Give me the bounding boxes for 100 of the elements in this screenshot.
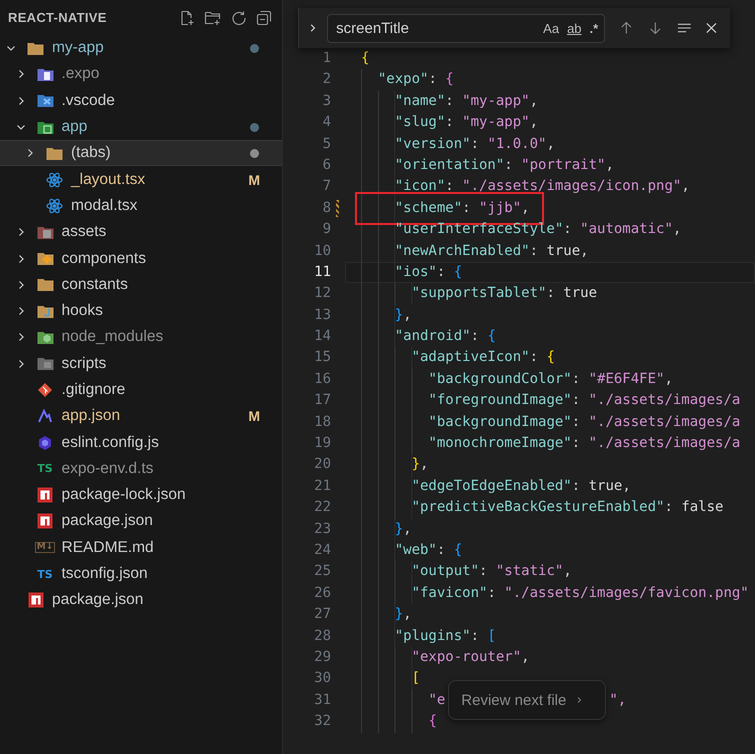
line-number: 12: [313, 284, 331, 304]
file-tree-item[interactable]: package.json: [0, 508, 282, 535]
line-number: 6: [322, 156, 331, 175]
file-tree-item[interactable]: assets: [0, 219, 282, 246]
code-token: :: [445, 113, 455, 132]
new-file-icon[interactable]: [179, 10, 195, 26]
file-tree-item[interactable]: modal.tsx: [0, 192, 282, 220]
code-token: :: [470, 626, 480, 646]
code-token: {: [487, 327, 496, 346]
file-tree-item[interactable]: components: [0, 245, 282, 272]
code-token: "plugins": [394, 626, 471, 646]
chevron-icon[interactable]: [308, 23, 318, 33]
npm-logo-icon: [28, 592, 44, 608]
file-name: constants: [62, 276, 128, 294]
code-token: ,: [403, 520, 412, 539]
code-token: ,: [622, 476, 631, 496]
code-token: "./assets/images/a: [588, 434, 740, 454]
collapse-all-icon[interactable]: [256, 10, 272, 26]
code-token: :: [436, 540, 446, 560]
code-token: ,: [664, 370, 673, 389]
line-number: 25: [313, 562, 331, 582]
folder-icon: [36, 66, 54, 82]
close-icon[interactable]: [705, 21, 718, 35]
file-tree-item[interactable]: .expo: [0, 61, 282, 88]
code-token: :: [530, 348, 540, 368]
folder-icon: [27, 40, 44, 56]
file-tree-item[interactable]: M↓ README.md: [0, 534, 282, 561]
file-tree-item[interactable]: hooks: [0, 298, 282, 324]
file-tree-item[interactable]: my-app: [0, 35, 282, 62]
code-token: true: [588, 476, 622, 496]
code-token: :: [664, 498, 674, 518]
find-option-toggle[interactable]: ab: [567, 20, 582, 36]
folder-icon: [36, 120, 54, 135]
file-name: package-lock.json: [62, 486, 186, 504]
find-option-toggle[interactable]: .*: [590, 20, 598, 36]
folder-icon: [36, 251, 54, 266]
code-token: ,: [530, 92, 538, 111]
code-token: ,: [681, 177, 690, 196]
file-name: package.json: [62, 512, 153, 530]
find-option-toggle[interactable]: Aa: [543, 20, 560, 36]
code-token: "slug": [394, 113, 446, 132]
folder-icon: [36, 356, 54, 372]
file-tree-item[interactable]: app.json M: [0, 403, 282, 430]
code-token: "my-app": [462, 92, 530, 111]
file-tree-item[interactable]: .gitignore: [0, 376, 282, 404]
code-token: "jjb": [479, 198, 522, 218]
file-tree-item[interactable]: _layout.tsx M: [0, 166, 282, 193]
atom-icon: [46, 198, 63, 214]
line-number: 26: [313, 584, 331, 603]
arrow-up-icon[interactable]: [619, 20, 634, 36]
code-token: :: [487, 584, 497, 603]
code-token: :: [436, 262, 446, 282]
file-tree-item[interactable]: package-lock.json: [0, 482, 282, 508]
file-tree-item[interactable]: scripts: [0, 350, 282, 377]
code-token: "my-app": [462, 113, 530, 132]
line-number: 28: [313, 626, 331, 646]
file-tree-item[interactable]: eslint.config.js: [0, 429, 282, 456]
line-number: 10: [313, 242, 331, 261]
line-number: 9: [322, 220, 331, 240]
code-token: :: [445, 177, 455, 196]
code-token: ,: [580, 242, 589, 261]
file-name: components: [62, 250, 146, 268]
refresh-icon[interactable]: [231, 10, 247, 26]
code-token: "expo": [378, 70, 428, 90]
file-tree-item[interactable]: TS tsconfig.json: [0, 560, 282, 588]
code-token: {: [454, 540, 462, 560]
line-number: 18: [313, 412, 331, 432]
line-number: 5: [322, 134, 331, 154]
line-number: 19: [313, 434, 331, 454]
code-token: "icon": [394, 177, 446, 196]
find-field[interactable]: screenTitle Aa ab .*: [327, 14, 606, 42]
new-folder-icon[interactable]: [204, 10, 222, 26]
code-token: "#E6F4FE": [588, 370, 664, 389]
file-tree-item[interactable]: TS expo-env.d.ts: [0, 456, 282, 482]
file-name: (tabs): [71, 144, 111, 162]
file-tree-item[interactable]: .vscode: [0, 88, 282, 114]
code-token: ,: [546, 134, 555, 154]
code-token: ,: [672, 220, 682, 240]
code-token: "1.0.0": [487, 134, 546, 154]
line-number: 8: [322, 198, 331, 218]
file-tree-item[interactable]: (tabs): [0, 140, 282, 166]
line-number: 20: [313, 455, 331, 474]
arrow-down-icon[interactable]: [648, 20, 663, 36]
line-number: 4: [322, 113, 331, 132]
file-tree-item[interactable]: constants: [0, 272, 282, 298]
review-next-file-button[interactable]: Review next file: [448, 680, 606, 720]
code-token: "expo-router": [412, 648, 522, 667]
code-token: ,: [563, 562, 572, 582]
code-token: :: [530, 242, 540, 261]
file-tree-item[interactable]: package.json: [0, 587, 282, 614]
file-name: .expo: [62, 65, 100, 84]
folder-icon: [36, 277, 54, 292]
file-tree-item[interactable]: node_modules: [0, 324, 282, 351]
code-token: "scheme": [394, 198, 462, 218]
git-status-label: M: [248, 408, 260, 424]
code-token: "./assets/images/a: [588, 391, 740, 410]
folder-icon: [36, 224, 54, 240]
code-token: ,: [403, 306, 412, 325]
file-tree-item[interactable]: app: [0, 114, 282, 140]
code-token: {: [428, 712, 437, 732]
